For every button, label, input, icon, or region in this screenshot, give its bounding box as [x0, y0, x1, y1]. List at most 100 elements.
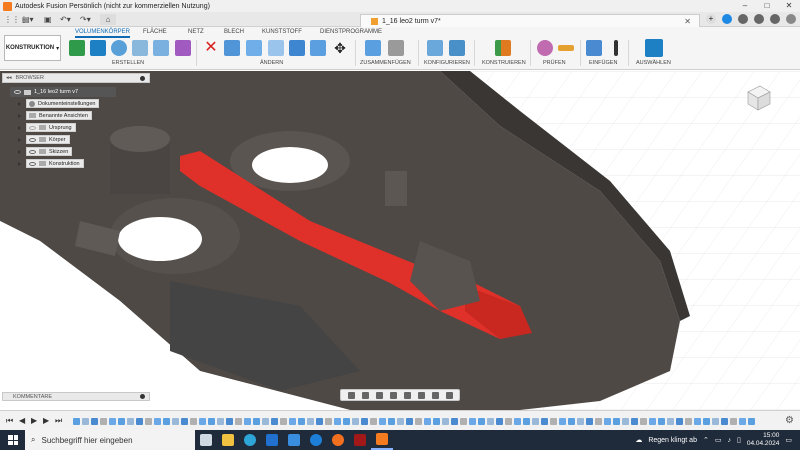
look-at-icon[interactable]: [361, 391, 369, 399]
collapse-icon[interactable]: ◂◂: [6, 75, 12, 81]
combine-icon[interactable]: [310, 40, 326, 56]
timeline-feature-icon[interactable]: [703, 417, 710, 425]
undo-icon[interactable]: ↶▾: [60, 14, 71, 25]
expand-triangle-icon[interactable]: [18, 161, 21, 166]
timeline-feature-icon[interactable]: [109, 417, 116, 425]
timeline-feature-icon[interactable]: [532, 417, 539, 425]
grid-settings-icon[interactable]: [431, 391, 439, 399]
file-menu-icon[interactable]: ▤▾: [22, 14, 34, 25]
step-back-icon[interactable]: ◀: [19, 416, 25, 425]
timeline-feature-icon[interactable]: [118, 417, 125, 425]
clock[interactable]: 15:00 04.04.2024: [747, 432, 780, 448]
network-icon[interactable]: ▭: [715, 436, 722, 444]
browser-panel-header[interactable]: ◂◂ BROWSER: [2, 73, 150, 83]
timeline-feature-icon[interactable]: [433, 417, 440, 425]
expand-triangle-icon[interactable]: [18, 137, 21, 142]
timeline-feature-icon[interactable]: [73, 417, 80, 425]
timeline-feature-icon[interactable]: [424, 417, 431, 425]
timeline-feature-icon[interactable]: [514, 417, 521, 425]
timeline-feature-icon[interactable]: [658, 417, 665, 425]
timeline-feature-icon[interactable]: [505, 417, 512, 425]
timeline-feature-icon[interactable]: [613, 417, 620, 425]
browser-item-origin[interactable]: Ursprung: [18, 123, 76, 132]
group-create[interactable]: ERSTELLEN: [112, 60, 144, 66]
display-icon[interactable]: ▯: [737, 436, 741, 444]
parameters-icon[interactable]: [427, 40, 443, 56]
timeline-feature-icon[interactable]: [667, 417, 674, 425]
extrude-icon[interactable]: [90, 40, 106, 56]
timeline-feature-icon[interactable]: [262, 417, 269, 425]
timeline-feature-icon[interactable]: [190, 417, 197, 425]
new-component-icon[interactable]: [69, 40, 85, 56]
file-explorer-icon[interactable]: [217, 430, 239, 450]
viewcube[interactable]: [742, 82, 772, 112]
redo-icon[interactable]: ↷▾: [80, 14, 91, 25]
fillet-icon[interactable]: [246, 40, 262, 56]
shell-icon[interactable]: [289, 40, 305, 56]
canvas-viewport[interactable]: [0, 71, 800, 410]
timeline-feature-icon[interactable]: [568, 417, 575, 425]
home-icon[interactable]: ⌂: [100, 14, 116, 25]
zoom-icon[interactable]: [389, 391, 397, 399]
hole-icon[interactable]: [132, 40, 148, 56]
timeline-feature-icon[interactable]: [649, 417, 656, 425]
timeline-feature-icon[interactable]: [397, 417, 404, 425]
chamfer-icon[interactable]: [268, 40, 284, 56]
press-pull-icon[interactable]: [224, 40, 240, 56]
timeline-feature-icon[interactable]: [451, 417, 458, 425]
browser-item-construction[interactable]: Konstruktion: [18, 159, 84, 168]
move-icon[interactable]: ✥: [332, 40, 348, 56]
timeline-feature-icon[interactable]: [460, 417, 467, 425]
app-icon-blue[interactable]: [305, 430, 327, 450]
timeline-feature-icon[interactable]: [235, 417, 242, 425]
timeline-feature-icon[interactable]: [478, 417, 485, 425]
comments-panel-header[interactable]: KOMMENTARE: [2, 392, 150, 401]
timeline-feature-icon[interactable]: [136, 417, 143, 425]
insert-derive-icon[interactable]: [614, 40, 618, 56]
store-icon[interactable]: [283, 430, 305, 450]
timeline-feature-icon[interactable]: [181, 417, 188, 425]
tab-plastic[interactable]: KUNSTSTOFF: [262, 29, 302, 35]
windows-start-icon[interactable]: [8, 435, 18, 445]
timeline-feature-icon[interactable]: [145, 417, 152, 425]
group-modify[interactable]: ÄNDERN: [260, 60, 283, 66]
timeline-feature-icon[interactable]: [550, 417, 557, 425]
timeline-feature-icon[interactable]: [298, 417, 305, 425]
timeline-feature-icon[interactable]: [685, 417, 692, 425]
timeline-feature-icon[interactable]: [604, 417, 611, 425]
mail-icon[interactable]: [261, 430, 283, 450]
timeline-feature-icon[interactable]: [496, 417, 503, 425]
timeline-feature-icon[interactable]: [91, 417, 98, 425]
timeline-feature-icon[interactable]: [469, 417, 476, 425]
create-form-icon[interactable]: [175, 40, 191, 56]
pan-icon[interactable]: [375, 391, 383, 399]
timeline-feature-icon[interactable]: [415, 417, 422, 425]
notifications-icon[interactable]: ▭: [785, 436, 792, 444]
fusion-taskbar-icon[interactable]: [371, 430, 393, 450]
chevron-up-icon[interactable]: ⌃: [703, 436, 709, 444]
configure-table-icon[interactable]: [449, 40, 465, 56]
new-tab-icon[interactable]: +: [706, 14, 716, 24]
timeline-feature-icon[interactable]: [640, 417, 647, 425]
gear-icon[interactable]: ⚙: [785, 415, 794, 426]
pin-icon[interactable]: [140, 394, 145, 399]
browser-item-sketches[interactable]: Skizzen: [18, 147, 73, 156]
timeline-feature-icon[interactable]: [163, 417, 170, 425]
save-icon[interactable]: ▣: [44, 14, 52, 25]
tab-mesh[interactable]: NETZ: [188, 29, 204, 35]
timeline-feature-icon[interactable]: [82, 417, 89, 425]
timeline-feature-icon[interactable]: [370, 417, 377, 425]
user-avatar[interactable]: [786, 14, 796, 24]
expand-triangle-icon[interactable]: [18, 101, 21, 106]
jobs-icon[interactable]: [738, 14, 748, 24]
timeline-feature-icon[interactable]: [352, 417, 359, 425]
timeline-feature-icon[interactable]: [244, 417, 251, 425]
go-to-end-icon[interactable]: ⏭: [55, 416, 62, 426]
volume-icon[interactable]: ♪: [727, 437, 731, 444]
timeline-feature-icon[interactable]: [217, 417, 224, 425]
timeline-feature-icon[interactable]: [721, 417, 728, 425]
timeline-feature-icon[interactable]: [523, 417, 530, 425]
close-tab-icon[interactable]: ✕: [684, 17, 691, 26]
extensions-icon[interactable]: [722, 14, 732, 24]
group-assemble[interactable]: ZUSAMMENFÜGEN: [360, 60, 411, 66]
